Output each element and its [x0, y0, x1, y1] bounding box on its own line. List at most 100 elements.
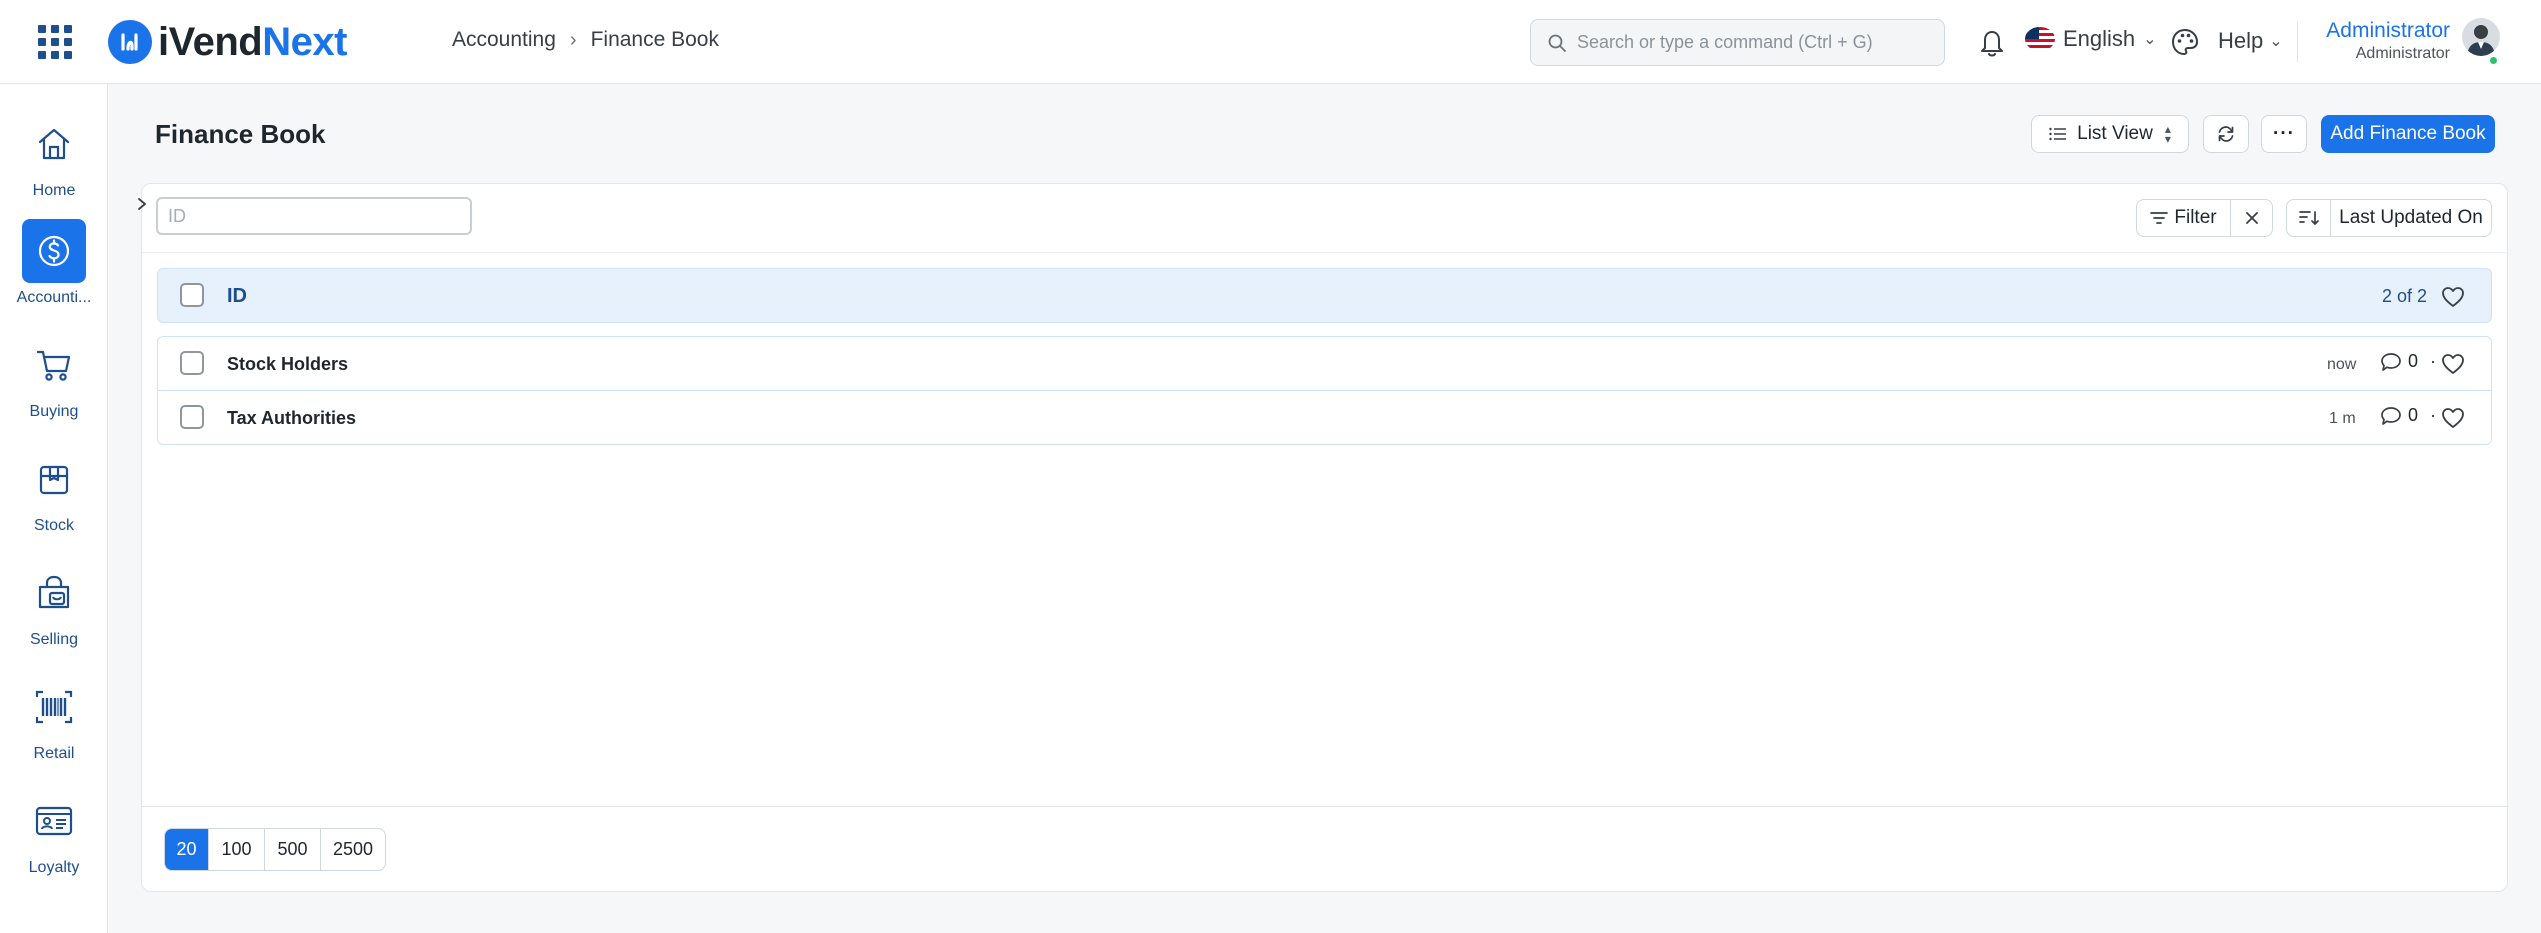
comment-count-value: 0 [2408, 351, 2419, 371]
sidebar-item-label: Accounti... [16, 289, 92, 306]
page-size-selector: 20 100 500 2500 [164, 828, 386, 871]
app-logo[interactable]: iVendNext [108, 18, 347, 66]
filter-icon [2150, 212, 2169, 224]
comment-count[interactable]: 0 · [2380, 351, 2436, 372]
chevron-right-icon: › [569, 28, 577, 51]
chevron-up-down-icon: ▴ ▾ [2164, 122, 2171, 146]
breadcrumb-accounting-link[interactable]: Accounting [452, 28, 556, 52]
clear-filter-button[interactable] [2230, 199, 2273, 237]
paging-divider [142, 806, 2507, 807]
filter-button[interactable]: Filter [2136, 199, 2231, 237]
modified-time: 1 m [2329, 410, 2356, 427]
user-name: Administrator [2326, 19, 2450, 42]
separator-dot: · [2430, 351, 2437, 371]
search-icon [1548, 34, 1566, 52]
dollar-circle-icon [22, 219, 86, 283]
home-icon [22, 112, 86, 176]
filter-divider [142, 252, 2507, 253]
sort-descending-icon [2298, 211, 2319, 225]
barcode-icon [22, 675, 86, 739]
sidebar-item-stock[interactable]: Stock [0, 447, 108, 535]
online-status-dot [2488, 55, 2499, 66]
row-title-link[interactable]: Stock Holders [227, 354, 348, 375]
add-finance-book-label: Add Finance Book [2330, 123, 2486, 144]
row-checkbox[interactable] [180, 351, 204, 375]
list-icon [2049, 127, 2067, 141]
top-navbar: iVendNext Accounting › Finance Book Engl… [0, 0, 2541, 84]
logo-text: iVendNext [158, 19, 347, 64]
toggle-sidebar-chevron-icon[interactable] [134, 194, 150, 214]
user-role: Administrator [2355, 45, 2450, 62]
row-checkbox[interactable] [180, 405, 204, 429]
sidebar-item-label: Loyalty [28, 859, 80, 876]
more-actions-button[interactable]: ··· [2261, 115, 2307, 153]
sidebar-item-buying[interactable]: Buying [0, 333, 108, 421]
sidebar-item-selling[interactable]: Selling [0, 561, 108, 649]
avatar[interactable] [2462, 18, 2500, 56]
sidebar-item-loyalty[interactable]: Loyalty [0, 789, 108, 877]
page-size-100-button[interactable]: 100 [209, 829, 265, 870]
search-input[interactable] [1577, 32, 1937, 53]
sidebar-item-label: Buying [29, 403, 79, 420]
notification-bell-icon[interactable] [1977, 26, 2007, 58]
sidebar-item-accounting[interactable]: Accounti... [0, 219, 108, 307]
logo-mark-icon [108, 20, 152, 64]
sidebar-item-label: Selling [29, 631, 79, 648]
sidebar-item-label: Home [32, 182, 76, 199]
cart-icon [22, 333, 86, 397]
comment-count[interactable]: 0 · [2380, 405, 2436, 426]
refresh-icon [2218, 126, 2234, 142]
more-actions-label: ··· [2273, 123, 2295, 144]
user-menu[interactable]: Administrator Administrator [2318, 18, 2450, 64]
comment-icon [2381, 352, 2401, 371]
search-bar[interactable] [1530, 19, 1945, 66]
box-icon [22, 447, 86, 511]
separator-dot: · [2430, 405, 2437, 425]
breadcrumb-current-page[interactable]: Finance Book [591, 28, 719, 52]
page-size-500-button[interactable]: 500 [265, 829, 321, 870]
filter-label: Filter [2174, 207, 2217, 228]
row-title-link[interactable]: Tax Authorities [227, 408, 356, 429]
sidebar-item-label: Stock [33, 517, 74, 534]
record-count: 2 of 2 [2382, 286, 2428, 306]
chevron-down-icon: ⌄ [2143, 31, 2157, 48]
comment-icon [2381, 406, 2401, 425]
heart-icon[interactable] [2441, 286, 2465, 308]
table-row[interactable]: Tax Authorities 1 m 0 · [157, 390, 2492, 445]
help-label: Help [2218, 28, 2264, 53]
close-icon [2245, 212, 2258, 224]
us-flag-icon [2025, 27, 2055, 51]
apps-grid-icon[interactable] [38, 25, 72, 59]
list-view-label: List View [2077, 123, 2153, 144]
id-column-header: ID [227, 285, 247, 307]
language-selector[interactable]: English ⌄ [2025, 26, 2157, 52]
heart-icon[interactable] [2441, 353, 2465, 375]
sidebar-item-home[interactable]: Home [0, 112, 108, 200]
id-card-icon [22, 789, 86, 853]
page-size-20-button[interactable]: 20 [165, 829, 209, 870]
comment-count-value: 0 [2408, 405, 2419, 425]
heart-icon[interactable] [2441, 407, 2465, 429]
module-sidebar: Home Accounti... Buying Stock Selling Re… [0, 84, 108, 933]
breadcrumb: Accounting › Finance Book [452, 28, 719, 52]
shopping-bag-icon [22, 561, 86, 625]
modified-time: now [2327, 356, 2357, 373]
list-header: ID 2 of 2 [157, 268, 2492, 323]
language-label: English [2063, 26, 2136, 51]
sort-field-button[interactable]: Last Updated On [2330, 199, 2492, 237]
help-dropdown[interactable]: Help ⌄ [2218, 28, 2283, 54]
sidebar-item-label: Retail [33, 745, 75, 762]
page-size-2500-button[interactable]: 2500 [321, 829, 385, 870]
theme-palette-icon[interactable] [2170, 27, 2200, 57]
sidebar-item-retail[interactable]: Retail [0, 675, 108, 763]
add-finance-book-button[interactable]: Add Finance Book [2321, 115, 2495, 153]
navbar-divider [2297, 22, 2298, 62]
select-all-checkbox[interactable] [180, 283, 204, 307]
chevron-down-icon: ⌄ [2269, 33, 2283, 50]
table-row[interactable]: Stock Holders now 0 · [157, 336, 2492, 391]
refresh-button[interactable] [2203, 115, 2249, 153]
page-title: Finance Book [155, 119, 326, 149]
sort-direction-button[interactable] [2286, 199, 2331, 237]
list-view-selector[interactable]: List View ▴ ▾ [2031, 115, 2189, 153]
id-filter-input[interactable] [156, 197, 472, 235]
